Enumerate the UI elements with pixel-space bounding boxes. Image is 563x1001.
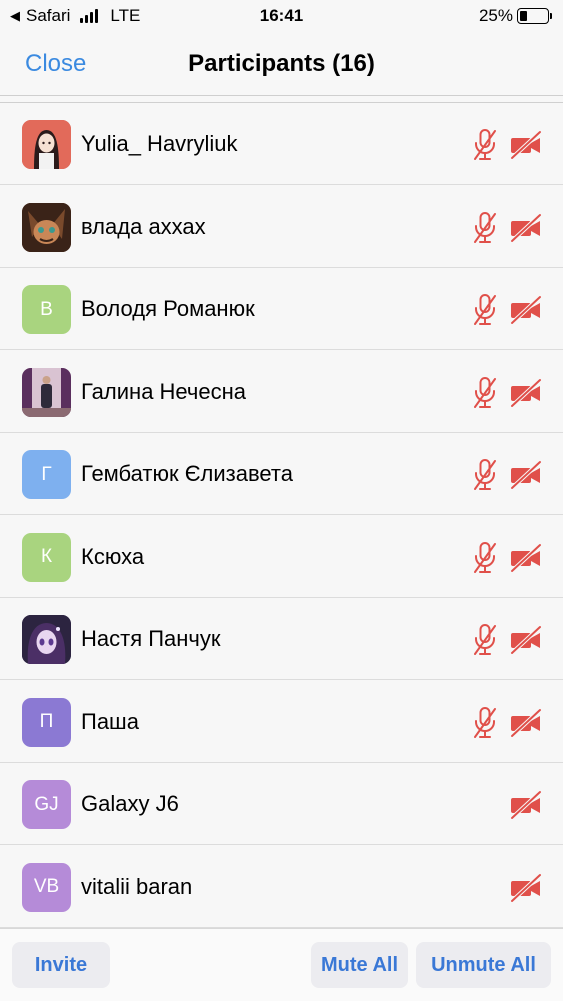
participant-row[interactable]: Настя Панчук	[0, 598, 563, 680]
participant-name: Гембатюк Єлизавета	[81, 461, 293, 486]
avatar-initials: В	[22, 285, 71, 334]
video-off-icon	[509, 295, 543, 325]
unmute-all-button[interactable]: Unmute All	[416, 942, 551, 988]
participant-name: Володя Романюк	[81, 296, 255, 321]
participant-row[interactable]: Г Гембатюк Єлизавета	[0, 433, 563, 515]
status-right: 25%	[478, 6, 552, 26]
participant-name: Yulia_ Havryliuk	[81, 131, 238, 156]
participant-name: Galaxy J6	[81, 791, 179, 816]
video-off-icon	[509, 460, 543, 490]
avatar-photo	[22, 615, 71, 664]
mic-muted-icon	[472, 706, 498, 740]
battery-icon	[517, 8, 552, 24]
participant-row[interactable]: Yulia_ Havryliuk	[0, 103, 563, 185]
avatar-initials: П	[22, 697, 71, 747]
participant-row[interactable]: VB vitalii baran	[0, 846, 563, 928]
avatar-initials: Г	[22, 450, 71, 499]
bottom-toolbar: Invite Mute All Unmute All	[0, 928, 563, 1001]
mic-muted-icon	[472, 458, 498, 492]
video-off-icon	[509, 377, 543, 408]
video-off-icon	[509, 790, 543, 820]
video-off-icon	[509, 130, 543, 160]
participant-row[interactable]: влада аххах	[0, 186, 563, 268]
invite-button[interactable]: Invite	[12, 942, 110, 988]
page-title: Participants (16)	[188, 50, 375, 77]
avatar-photo	[22, 367, 71, 417]
participant-name: Ксюха	[81, 543, 145, 569]
video-off-icon	[509, 625, 543, 655]
participant-row[interactable]: К Ксюха	[0, 516, 563, 598]
battery-fill	[520, 11, 527, 21]
participant-row[interactable]: П Паша	[0, 681, 563, 763]
participant-list[interactable]: Yulia_ Havryliuk влада аххах В Володя Роман…	[0, 102, 563, 928]
video-off-icon	[509, 872, 543, 903]
mic-muted-icon	[472, 293, 498, 327]
mic-muted-icon	[472, 128, 498, 162]
participant-name: влада аххах	[81, 213, 206, 239]
avatar-initials: К	[22, 532, 71, 582]
participant-name: vitalii baran	[81, 873, 193, 899]
participant-row[interactable]: В Володя Романюк	[0, 268, 563, 350]
avatar-photo	[22, 120, 71, 169]
avatar-initials: GJ	[22, 780, 71, 829]
avatar-initials: VB	[22, 862, 71, 912]
nav-bar: Close Participants (16)	[0, 32, 563, 96]
video-off-icon	[509, 212, 543, 243]
participant-name: Галина Нечесна	[81, 378, 247, 404]
video-off-icon	[509, 707, 543, 738]
mic-muted-icon	[472, 623, 498, 657]
participant-name: Паша	[81, 708, 139, 734]
mute-all-button[interactable]: Mute All	[311, 942, 408, 988]
avatar-photo	[22, 202, 71, 252]
status-bar: ◀ Safari LTE 16:41 25%	[0, 0, 563, 32]
video-off-icon	[509, 542, 543, 573]
mic-muted-icon	[472, 376, 498, 410]
mic-muted-icon	[472, 541, 498, 575]
mic-muted-icon	[472, 211, 498, 245]
participant-row[interactable]: Галина Нечесна	[0, 351, 563, 433]
participant-name: Настя Панчук	[81, 626, 221, 651]
battery-percent: 25%	[478, 6, 513, 25]
participant-row[interactable]: GJ Galaxy J6	[0, 763, 563, 845]
